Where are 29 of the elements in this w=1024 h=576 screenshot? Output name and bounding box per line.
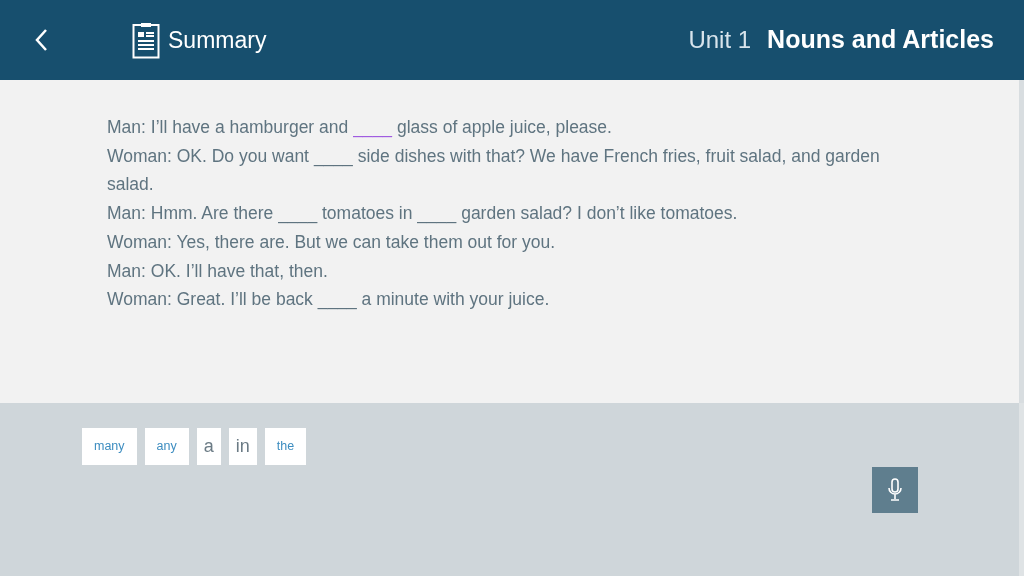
dialog-text: tomatoes in <box>322 203 413 224</box>
microphone-icon <box>887 478 903 502</box>
dialog-text: a minute with your juice. <box>361 289 550 310</box>
dialog-text: Man: OK. I’ll have that, then. <box>107 260 328 281</box>
fill-in-line[interactable]: ____ <box>278 203 318 224</box>
dialog-text: Woman: OK. Do you want <box>107 145 309 166</box>
fill-in-line[interactable]: ____ <box>417 203 457 224</box>
dialog-text: Man: Hmm. Are there <box>107 203 274 224</box>
unit-label: Unit 1 <box>688 25 752 55</box>
fill-in-line[interactable]: ____ <box>353 117 393 137</box>
dialog-text: Woman: Great. I’ll be back <box>107 289 313 310</box>
dialog-text: glass of apple juice, please. <box>396 117 612 137</box>
clipboard-icon <box>132 21 160 59</box>
word-tile[interactable]: a <box>196 428 221 465</box>
dialog-text: side dishes with that? We have French fries, fruit salad, and garden <box>357 145 880 166</box>
lesson-title: Nouns and Articles <box>767 24 994 56</box>
fill-in-line[interactable]: ____ <box>313 145 353 166</box>
fill-in-line[interactable]: ____ <box>317 289 357 310</box>
word-tile[interactable]: any <box>144 428 189 465</box>
back-icon <box>34 28 50 53</box>
microphone-button[interactable] <box>872 467 918 513</box>
dialog-text: Man: I’ll have a hamburger and <box>107 117 349 137</box>
word-tile[interactable]: the <box>264 428 307 465</box>
word-tile[interactable]: in <box>228 428 257 465</box>
word-tile[interactable]: many <box>82 428 137 465</box>
page-title: Summary <box>168 25 267 55</box>
dialog-text: salad. <box>107 174 154 195</box>
dialog-text: garden salad? I don’t like tomatoes. <box>461 203 738 224</box>
dialog-text: Woman: Yes, there are. But we can take them out for you. <box>107 231 556 252</box>
